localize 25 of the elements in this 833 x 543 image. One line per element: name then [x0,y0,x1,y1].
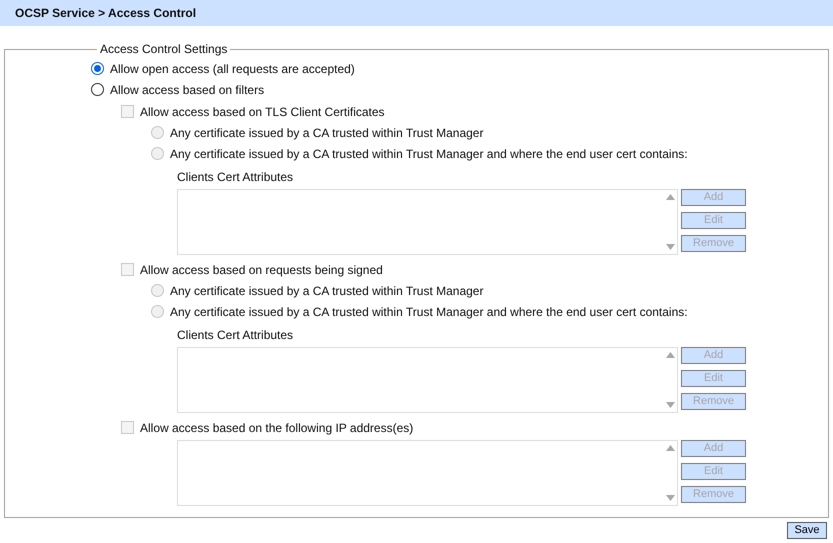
radio-button[interactable] [91,83,104,96]
radio-label: Any certificate issued by a CA trusted within Trust Manager [170,282,484,300]
checkbox-label: Allow access based on the following IP address(es) [140,420,414,436]
scroll-down-icon[interactable] [666,244,674,250]
list-box[interactable] [177,189,678,255]
radio-label: Allow open access (all requests are accepted) [110,60,355,78]
scroll-up-icon[interactable] [666,194,674,200]
save-button[interactable]: Save [787,522,827,539]
radio-label: Any certificate issued by a CA trusted within Trust Manager [170,124,484,142]
radio-label: Any certificate issued by a CA trusted within Trust Manager and where the end user cert contains: [170,146,688,162]
list-label: Clients Cert Attributes [177,169,294,186]
list-box[interactable] [177,440,678,506]
radio-button[interactable] [91,62,104,75]
checkbox-label: Allow access based on TLS Client Certificates [140,104,385,120]
radio-label: Allow access based on filters [110,82,264,98]
scroll-up-icon[interactable] [666,352,674,358]
checkbox-label: Allow access based on requests being signed [140,262,383,278]
list-label: Clients Cert Attributes [177,327,294,344]
scroll-down-icon[interactable] [666,402,674,408]
list-box[interactable] [177,347,678,413]
scroll-up-icon[interactable] [666,445,674,451]
panel-legend: Access Control Settings [97,40,230,58]
scroll-down-icon[interactable] [666,495,674,501]
page-title: OCSP Service > Access Control [15,5,196,22]
radio-label: Any certificate issued by a CA trusted within Trust Manager and where the end user cert contains: [170,304,688,320]
